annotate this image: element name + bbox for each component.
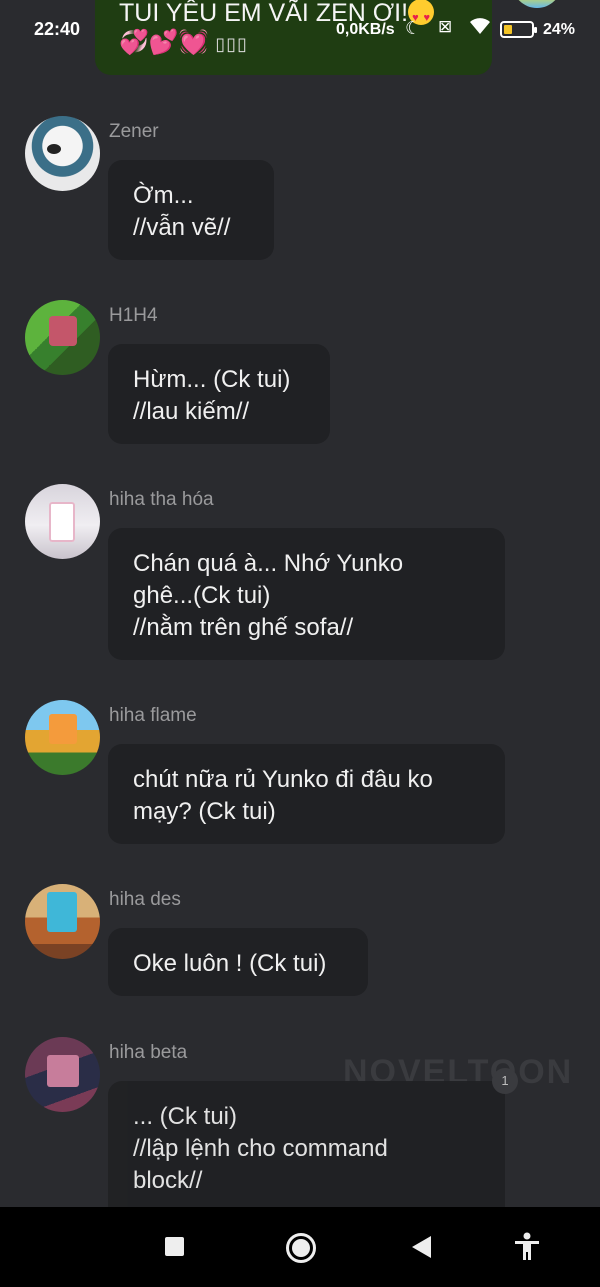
home-button[interactable] xyxy=(280,1227,320,1267)
avatar[interactable] xyxy=(25,884,100,959)
message-bubble[interactable]: Oke luôn ! (Ck tui) xyxy=(108,928,368,996)
previous-message-bubble[interactable]: TUI YÊU EM VÃI ZEN ƠI! 💞💕💓 ▯▯▯ xyxy=(95,0,492,75)
sender-name: hiha beta xyxy=(109,1042,188,1063)
battery-icon xyxy=(500,21,537,38)
message-bubble[interactable]: chút nữa rủ Yunko đi đâu ko mạy? (Ck tui… xyxy=(108,744,505,844)
message-bubble[interactable]: Ờm... //vẫn vẽ// xyxy=(108,160,274,260)
sender-name: hiha tha hóa xyxy=(109,489,214,510)
self-avatar[interactable] xyxy=(512,0,562,8)
accessibility-icon[interactable] xyxy=(507,1227,547,1267)
sender-name: hiha flame xyxy=(109,705,197,726)
avatar[interactable] xyxy=(25,1037,100,1112)
heart-eyes-emoji-icon xyxy=(408,0,435,33)
back-button[interactable] xyxy=(402,1227,442,1267)
sender-name: H1H4 xyxy=(109,305,158,326)
previous-message-line1: TUI YÊU EM VÃI ZEN ƠI! xyxy=(119,0,468,33)
sender-name: hiha des xyxy=(109,889,181,910)
avatar[interactable] xyxy=(25,300,100,375)
avatar[interactable] xyxy=(25,484,100,559)
message-bubble[interactable]: Hừm... (Ck tui) //lau kiếm// xyxy=(108,344,330,444)
message-bubble[interactable]: ... (Ck tui) //lập lệnh cho command bloc… xyxy=(108,1081,505,1207)
sender-name: Zener xyxy=(109,121,159,142)
avatar[interactable] xyxy=(25,700,100,775)
navigation-bar xyxy=(0,1207,600,1287)
status-time: 22:40 xyxy=(34,19,81,39)
avatar[interactable] xyxy=(25,116,100,191)
message-bubble[interactable]: Chán quá à... Nhớ Yunko ghê...(Ck tui) /… xyxy=(108,528,505,660)
recents-button[interactable] xyxy=(155,1227,195,1267)
battery-percent: 24% xyxy=(543,21,576,38)
unread-badge[interactable]: 1 xyxy=(492,1068,518,1094)
